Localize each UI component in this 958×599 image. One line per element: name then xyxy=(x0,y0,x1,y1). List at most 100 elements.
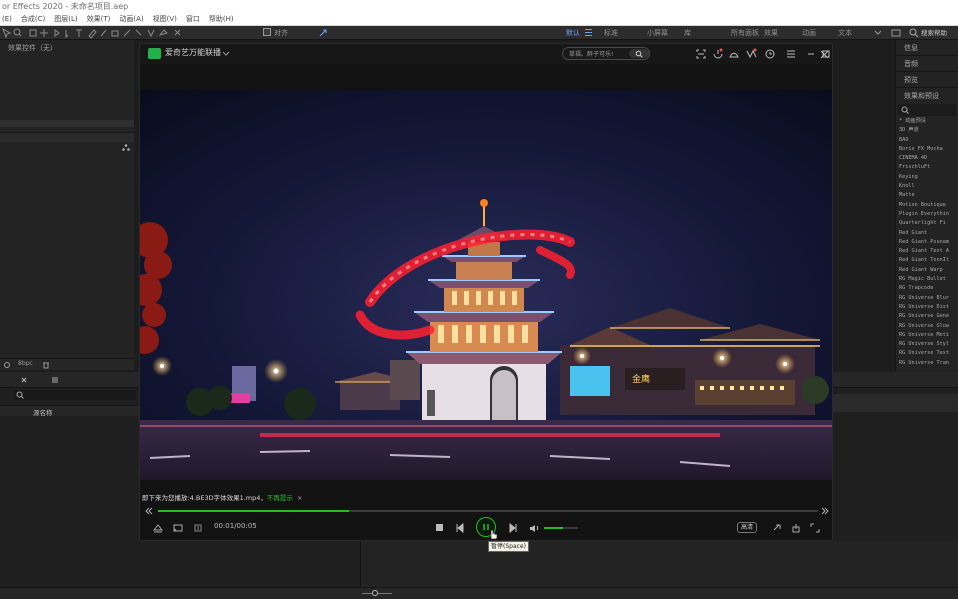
time-display: 00:01/00:05 xyxy=(214,522,257,530)
eject-icon[interactable] xyxy=(153,523,163,533)
timeline-ruler[interactable] xyxy=(833,394,958,412)
list-item[interactable]: RG Universe Tran xyxy=(896,359,958,368)
menu-item-composition[interactable]: 合成(C) xyxy=(21,13,45,25)
trash-icon[interactable] xyxy=(42,361,50,369)
list-item[interactable]: Red Giant ToonIt xyxy=(896,256,958,265)
list-item[interactable]: BAO xyxy=(896,136,958,145)
menu-item-animation[interactable]: 动画(A) xyxy=(119,13,143,25)
scan-icon[interactable] xyxy=(696,49,706,59)
list-item[interactable]: RG Universe Gene xyxy=(896,312,958,321)
stop-icon[interactable] xyxy=(435,523,445,533)
list-item[interactable]: Boris FX Mocha xyxy=(896,145,958,154)
window-title: or Effects 2020 - 未命名项目.aep xyxy=(2,2,129,11)
timeline-search-input[interactable] xyxy=(14,390,136,400)
list-item[interactable]: 3D 声道 xyxy=(896,126,958,135)
dont-remind-link[interactable]: 不再提示 xyxy=(267,494,293,502)
vip-icon[interactable] xyxy=(746,48,757,59)
rewind-icon[interactable] xyxy=(145,507,153,515)
volume-slider[interactable] xyxy=(544,527,578,529)
list-item[interactable]: Matte xyxy=(896,191,958,200)
list-item[interactable]: Motion Boutique xyxy=(896,201,958,210)
progress-bar[interactable] xyxy=(158,510,818,512)
help-search-field[interactable]: 搜索帮助 xyxy=(921,26,947,40)
volume-icon[interactable] xyxy=(529,523,539,533)
menu-item-window[interactable]: 窗口 xyxy=(186,13,200,25)
list-item[interactable]: RG Universe Text xyxy=(896,349,958,358)
list-item[interactable]: Red Giant Psunam xyxy=(896,238,958,247)
tab-audio[interactable]: 音频 xyxy=(896,56,958,72)
menu-icon[interactable] xyxy=(786,49,796,59)
player-search-placeholder: 草福、醉子可乐! xyxy=(569,51,614,58)
list-item[interactable]: Keying xyxy=(896,173,958,182)
effects-search-input[interactable] xyxy=(898,104,956,116)
workspace-standard[interactable]: 标准 xyxy=(604,26,618,40)
menu-item-layer[interactable]: 图层(L) xyxy=(54,13,77,25)
panel-scrollbar[interactable] xyxy=(0,120,134,127)
previous-icon[interactable] xyxy=(455,523,465,533)
list-item[interactable]: RG Universe Moti xyxy=(896,331,958,340)
share-icon[interactable] xyxy=(791,523,801,533)
timeline-tab-close-icon[interactable] xyxy=(20,375,60,385)
search-icon[interactable] xyxy=(909,28,919,38)
tab-preview[interactable]: 预览 xyxy=(896,72,958,88)
workspace-menu-icon[interactable] xyxy=(585,29,592,30)
workspace-small-screen[interactable]: 小屏幕 xyxy=(647,26,668,40)
tool-icons[interactable] xyxy=(0,27,200,39)
menu-item-effect[interactable]: 效果(T) xyxy=(87,13,111,25)
workspace-animation[interactable]: 动画 xyxy=(802,26,816,40)
list-item[interactable]: CINEMA 4D xyxy=(896,154,958,163)
align-checkbox[interactable] xyxy=(263,28,271,36)
subtitle-icon[interactable] xyxy=(193,523,203,533)
repeat-icon[interactable] xyxy=(173,523,183,533)
link-icon[interactable] xyxy=(772,523,782,533)
list-item[interactable]: Red Giant Text A xyxy=(896,247,958,256)
source-name-column: 源名称 xyxy=(33,409,53,417)
workspace-all-panels[interactable]: 所有面板 xyxy=(731,26,759,40)
list-item[interactable]: Knoll xyxy=(896,182,958,191)
fullscreen-icon[interactable] xyxy=(810,523,820,533)
workspace-default[interactable]: 默认 xyxy=(566,26,580,40)
tab-info[interactable]: 信息 xyxy=(896,40,958,56)
bpc-label[interactable]: 8bpc xyxy=(18,360,33,367)
list-item[interactable]: * 动画预设 xyxy=(896,117,958,126)
tab-effects-presets[interactable]: 效果和预设 xyxy=(896,88,958,104)
video-frame[interactable]: 金鹰 xyxy=(140,90,832,480)
list-item[interactable]: Red Giant Warp xyxy=(896,266,958,275)
workspace-overflow-icon[interactable] xyxy=(873,29,883,37)
quality-button[interactable]: 高清 xyxy=(737,522,757,533)
workspace-library[interactable]: 库 xyxy=(684,26,691,40)
workspace-effects[interactable]: 效果 xyxy=(764,26,778,40)
skin-icon[interactable] xyxy=(729,49,739,59)
clock-icon[interactable] xyxy=(765,49,775,59)
list-item[interactable]: FrischluFt xyxy=(896,163,958,172)
list-item[interactable]: RG Universe Styl xyxy=(896,340,958,349)
network-icon[interactable] xyxy=(122,144,130,151)
pause-tooltip: 暂停(Space) xyxy=(488,541,529,552)
settings-icon[interactable] xyxy=(3,361,11,369)
list-item[interactable]: RG Universe Glow xyxy=(896,322,958,331)
list-item[interactable]: RG Trapcode xyxy=(896,284,958,293)
zoom-slider-handle[interactable] xyxy=(372,590,378,596)
list-item[interactable]: Plugin Everythin xyxy=(896,210,958,219)
list-item[interactable]: Red Giant xyxy=(896,229,958,238)
menu-item-view[interactable]: 视图(V) xyxy=(153,13,177,25)
next-icon[interactable] xyxy=(508,523,518,533)
close-icon[interactable] xyxy=(820,50,829,59)
workspace-text[interactable]: 文本 xyxy=(838,26,852,40)
menu-item-help[interactable]: 帮助(H) xyxy=(209,13,234,25)
minimize-icon[interactable] xyxy=(806,49,816,59)
list-item[interactable]: RG Universe Dist xyxy=(896,303,958,312)
panel-icon[interactable] xyxy=(891,28,901,38)
time-total: 00:05 xyxy=(236,522,257,530)
fast-forward-icon[interactable] xyxy=(821,507,829,515)
close-notice-icon[interactable]: × xyxy=(297,494,302,502)
game-icon[interactable] xyxy=(712,48,723,59)
list-item[interactable]: RG Magic Bullet xyxy=(896,275,958,284)
snap-icon[interactable] xyxy=(318,28,328,38)
list-item[interactable]: Quarterlight Fi xyxy=(896,219,958,228)
player-search-input[interactable]: 草福、醉子可乐! xyxy=(562,47,650,60)
list-item[interactable]: RG Universe Blur xyxy=(896,294,958,303)
menu-item-edit[interactable]: (E) xyxy=(2,13,12,25)
player-app-name[interactable]: 爱奇艺万能联播 xyxy=(165,47,221,58)
chevron-down-icon[interactable] xyxy=(222,51,230,57)
